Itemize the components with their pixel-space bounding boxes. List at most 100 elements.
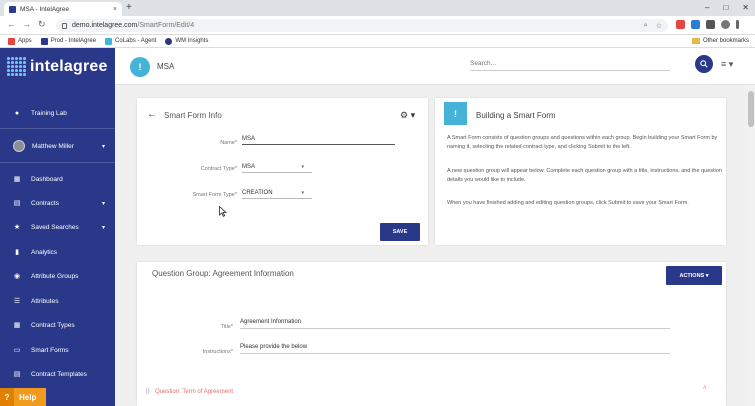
profile-icon[interactable] <box>721 20 730 29</box>
chevron-down-icon: ▾ <box>101 224 105 231</box>
page-title: MSA <box>157 62 175 71</box>
question-group-card: Question Group: Agreement Information AC… <box>137 262 726 406</box>
smart-form-info-card: ← Smart Form Info ⚙ ▾ Name* MSA Contract… <box>137 98 428 245</box>
sidebar-item-user[interactable]: Matthew Miller ▾ <box>0 138 115 154</box>
page-scrollbar[interactable] <box>747 85 755 406</box>
reload-icon[interactable]: ↻ <box>38 19 46 30</box>
instructions-label: Instructions* <box>202 349 233 355</box>
bookmark-colabs[interactable]: CoLabs - Agent <box>105 37 156 45</box>
dashboard-icon: ▦ <box>13 176 21 183</box>
sidebar-item-analytics[interactable]: ▮ Analytics <box>0 244 115 260</box>
name-field[interactable]: MSA <box>242 136 395 145</box>
sidebar-item-saved-searches[interactable]: ★ Saved Searches ▾ <box>0 219 115 235</box>
contract-type-select[interactable]: MSA ▾ <box>242 164 312 173</box>
sidebar-item-contract-types[interactable]: ▦ Contract Types <box>0 317 115 333</box>
alert-icon[interactable]: ! <box>130 57 150 77</box>
chevron-down-icon: ▾ <box>301 164 304 170</box>
brand-name: intelagree <box>30 57 108 75</box>
sidebar-item-contract-templates[interactable]: ▤ Contract Templates <box>0 366 115 382</box>
sidebar-item-dashboard[interactable]: ▦ Dashboard <box>0 171 115 187</box>
page-icon <box>105 37 113 45</box>
close-window-icon[interactable]: ✕ <box>742 3 749 12</box>
help-button[interactable]: ? Help <box>0 388 46 406</box>
tab-title: MSA - IntelAgree <box>20 5 70 13</box>
forward-icon[interactable]: → <box>22 19 31 29</box>
name-label: Name* <box>220 140 237 146</box>
more-icon[interactable] <box>736 20 739 29</box>
sidebar-item-attribute-groups[interactable]: ◉ Attribute Groups <box>0 268 115 284</box>
extension-icon[interactable] <box>706 20 715 29</box>
search-button[interactable] <box>695 55 713 73</box>
chevron-down-icon: ▾ <box>101 200 105 207</box>
chart-icon: ▮ <box>15 249 19 256</box>
page-icon <box>165 37 173 45</box>
drag-handle-icon[interactable]: ⠿ <box>145 388 150 396</box>
help-icon: ? <box>0 388 14 406</box>
minimize-icon[interactable]: – <box>705 3 709 12</box>
palette-icon: ◉ <box>13 273 21 280</box>
template-icon: ▤ <box>13 371 21 378</box>
map-pin-icon: ● <box>14 109 20 117</box>
menu-icon[interactable]: ≡ ▾ <box>721 59 733 70</box>
browser-tab[interactable]: MSA - IntelAgree × <box>4 2 122 16</box>
contract-type-label: Contract Type* <box>200 166 237 172</box>
info-paragraph: When you have finished adding and editin… <box>447 200 689 206</box>
instructions-field[interactable]: Please provide the below <box>240 344 670 354</box>
grid-icon: ▦ <box>13 322 21 329</box>
app-header: ! MSA ≡ ▾ <box>115 48 755 85</box>
question-row[interactable]: ⠿ Question: Term of Agreement <box>145 388 233 396</box>
form-icon: ▭ <box>13 347 21 354</box>
search-input[interactable] <box>470 57 670 71</box>
extension-icon[interactable] <box>691 20 700 29</box>
title-field[interactable]: Agreement Information <box>240 319 670 329</box>
back-icon[interactable]: ← <box>7 19 16 29</box>
extension-icon[interactable] <box>676 20 685 29</box>
intelagree-logo[interactable]: intelagree <box>7 57 108 76</box>
sidebar-divider <box>0 128 115 129</box>
bookmark-prod[interactable]: Prod - IntelAgree <box>40 37 96 45</box>
chevron-down-icon: ▾ <box>101 143 105 150</box>
bookmark-star-icon[interactable]: ☆ <box>656 22 662 30</box>
question-title: Question: Term of Agreement <box>155 389 234 395</box>
smart-form-type-select[interactable]: CREATION ▾ <box>242 190 312 199</box>
sidebar-item-training-lab[interactable]: ● Training Lab <box>0 105 115 121</box>
info-paragraph: A Smart Form consists of question groups… <box>447 135 718 150</box>
title-label: Title* <box>220 324 233 330</box>
sidebar-item-attributes[interactable]: ☰ Attributes <box>0 293 115 309</box>
building-smart-form-card: ! Building a Smart Form A Smart Form con… <box>435 98 726 245</box>
gear-icon[interactable]: ⚙ ▾ <box>400 110 415 121</box>
bookmark-wm-insights[interactable]: WM Insights <box>165 37 208 45</box>
address-bar-row: ← → ↻ demo.intelagree.com/SmartForm/Edit… <box>0 16 755 35</box>
back-arrow-icon[interactable]: ← <box>147 109 157 120</box>
window-controls: – □ ✕ <box>705 3 749 12</box>
other-bookmarks[interactable]: Other bookmarks <box>691 38 749 44</box>
sidebar-item-contracts[interactable]: ▤ Contracts ▾ <box>0 195 115 211</box>
star-icon: ★ <box>13 224 21 231</box>
new-tab-button[interactable]: + <box>126 2 132 13</box>
chevron-down-icon: ▾ <box>301 190 304 196</box>
avatar <box>13 140 25 152</box>
info-header: ! Building a Smart Form <box>435 98 726 128</box>
sidebar-item-smart-forms[interactable]: ▭ Smart Forms <box>0 342 115 358</box>
maximize-icon[interactable]: □ <box>723 3 728 12</box>
bookmark-apps[interactable]: Apps <box>8 37 32 45</box>
actions-button[interactable]: ACTIONS ▾ <box>666 266 722 285</box>
save-button[interactable]: SAVE <box>380 223 420 241</box>
apps-icon <box>8 37 15 45</box>
folder-icon <box>691 38 700 44</box>
browser-tab-bar: MSA - IntelAgree × + – □ ✕ <box>0 0 755 16</box>
info-paragraph: A new question group will appear below. … <box>447 168 722 183</box>
url-input[interactable]: demo.intelagree.com/SmartForm/Edit/4 ⌕ ☆ <box>56 19 668 32</box>
info-icon: ! <box>444 102 467 125</box>
scrollbar-thumb[interactable] <box>748 91 754 127</box>
chevron-up-icon[interactable]: ^ <box>703 386 706 393</box>
search-icon[interactable]: ⌕ <box>644 22 648 30</box>
extension-icons <box>676 20 739 29</box>
favicon-icon <box>9 5 16 13</box>
lock-icon <box>62 22 67 29</box>
document-icon: ▤ <box>13 200 21 207</box>
close-tab-icon[interactable]: × <box>113 6 117 13</box>
logo-mark-icon <box>7 57 26 76</box>
info-title: Building a Smart Form <box>476 111 556 120</box>
smart-form-type-label: Smart Form Type* <box>192 192 237 198</box>
